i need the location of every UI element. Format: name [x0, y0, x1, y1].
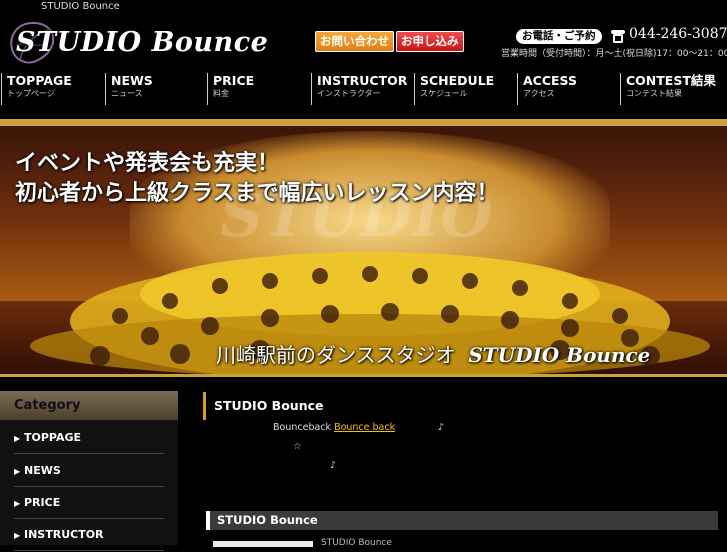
hero-headline-2: 初心者から上級クラスまで幅広いレッスン内容！ [15, 181, 499, 206]
nav-label: TOPPAGE [7, 73, 72, 88]
section-caption: STUDIO Bounce [321, 538, 392, 548]
category-item-instructor[interactable]: ▶ INSTRUCTOR [14, 519, 164, 551]
nav-item-toppage[interactable]: TOPPAGE トップページ [1, 73, 72, 105]
nav-sublabel: スケジュール [420, 89, 468, 98]
hero-caption-jp: 川崎駅前のダンススタジオ [216, 343, 456, 367]
nav-label: ACCESS [523, 73, 578, 88]
contact-button[interactable]: お問い合わせ [315, 31, 394, 52]
section-header: STUDIO Bounce [206, 511, 718, 530]
nav-sublabel: ニュース [111, 89, 143, 98]
hero-banner: STUDIO イベントや発表会も充実！ 初心者から上級クラスまで幅広いレッスン内… [0, 119, 727, 377]
nav-item-schedule[interactable]: SCHEDULE スケジュール [414, 73, 494, 105]
hero-caption-en: STUDIO Bounce [468, 343, 651, 367]
hero-headline-1: イベントや発表会も充実！ [15, 151, 280, 176]
nav-sublabel: 料金 [213, 89, 229, 98]
nav-item-price[interactable]: PRICE 料金 [207, 73, 254, 105]
business-hours: 営業時間（受付時間）：月〜土(祝日除)17：00〜21：00 [501, 49, 727, 59]
category-list: ▶ TOPPAGE ▶ NEWS ▶ PRICE ▶ INSTRUCTOR [0, 420, 178, 551]
category-item-label: TOPPAGE [24, 431, 82, 444]
nav-label: NEWS [111, 73, 153, 88]
category-header: Category [0, 391, 178, 420]
nav-sublabel: インストラクター [317, 89, 381, 98]
nav-label: INSTRUCTOR [317, 73, 408, 88]
star-icon: ☆ [293, 441, 302, 452]
nav-label: CONTEST結果 [626, 73, 716, 88]
arrow-right-icon: ▶ [14, 434, 21, 443]
page-title: STUDIO Bounce [203, 392, 324, 420]
intro-prefix: Bounceback [273, 422, 332, 433]
nav-sublabel: コンテスト結果 [626, 89, 682, 98]
nav-sublabel: アクセス [523, 89, 555, 98]
nav-item-news[interactable]: NEWS ニュース [105, 73, 153, 105]
category-item-label: NEWS [24, 464, 61, 477]
nav-label: PRICE [213, 73, 255, 88]
nav-item-contest[interactable]: CONTEST結果 コンテスト結果 [620, 73, 716, 105]
section-thumbnail[interactable] [213, 541, 313, 547]
music-note-icon: ♪ [330, 460, 337, 471]
category-item-label: PRICE [24, 496, 61, 509]
arrow-right-icon: ▶ [14, 531, 21, 540]
arrow-right-icon: ▶ [14, 467, 21, 476]
intro-text: Bounceback Bounce back [273, 422, 395, 433]
nav-item-access[interactable]: ACCESS アクセス [517, 73, 577, 105]
site-logo[interactable]: STUDIO Bounce [16, 27, 268, 58]
nav-label: SCHEDULE [420, 73, 495, 88]
apply-button[interactable]: お申し込み [396, 31, 464, 52]
top-caption: STUDIO Bounce [41, 1, 120, 12]
hero-caption: 川崎駅前のダンススタジオ STUDIO Bounce [216, 339, 650, 368]
category-item-toppage[interactable]: ▶ TOPPAGE [14, 422, 164, 454]
phone-number[interactable]: 044-246-3087 [629, 26, 727, 42]
category-item-label: INSTRUCTOR [24, 528, 104, 541]
main-nav: TOPPAGE トップページ NEWS ニュース PRICE 料金 INSTRU… [0, 73, 727, 105]
arrow-right-icon: ▶ [14, 499, 21, 508]
music-note-icon: ♪ [438, 422, 445, 433]
phone-icon [611, 30, 625, 43]
nav-sublabel: トップページ [7, 89, 55, 98]
nav-item-instructor[interactable]: INSTRUCTOR インストラクター [311, 73, 407, 105]
phone-reservation-label: お電話・ご予約 [516, 29, 602, 44]
category-item-price[interactable]: ▶ PRICE [14, 487, 164, 519]
category-item-news[interactable]: ▶ NEWS [14, 455, 164, 487]
bounce-back-link[interactable]: Bounce back [334, 422, 395, 433]
